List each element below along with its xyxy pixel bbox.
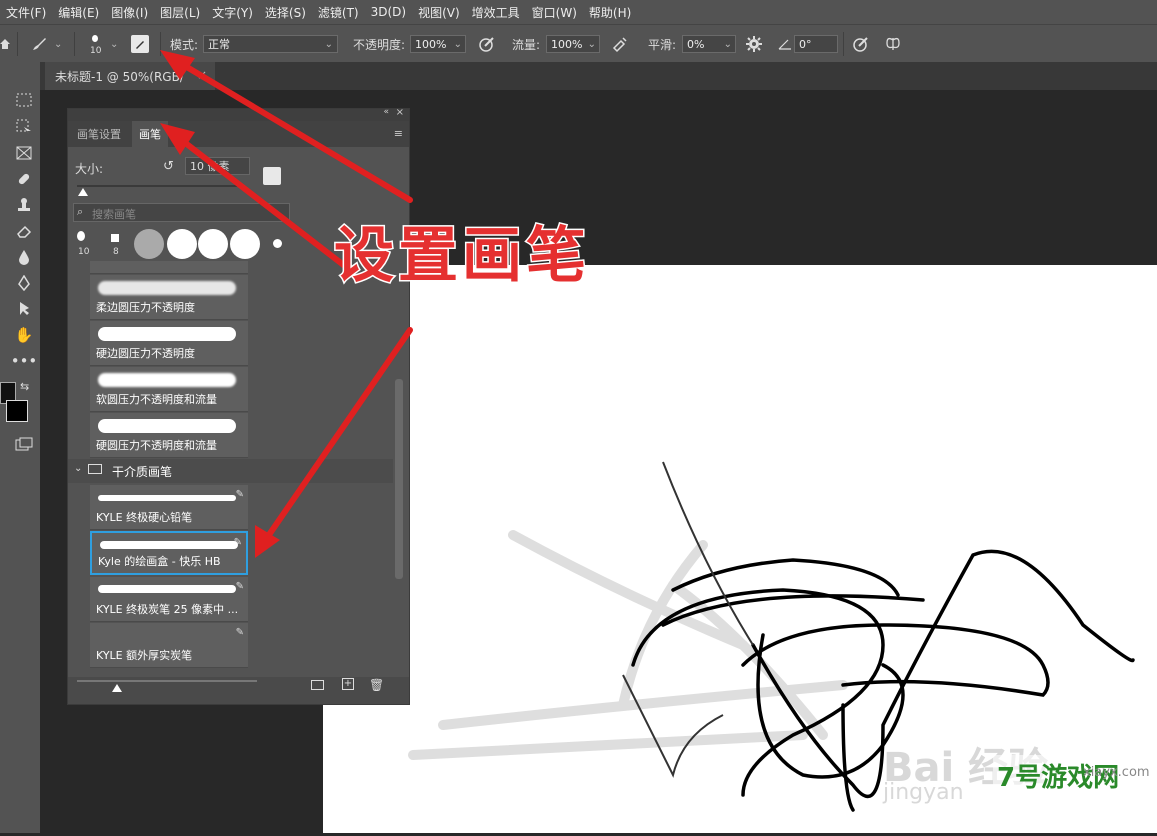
annotation-arrows xyxy=(160,50,413,558)
annotation-title: 设置画笔 xyxy=(333,220,590,293)
